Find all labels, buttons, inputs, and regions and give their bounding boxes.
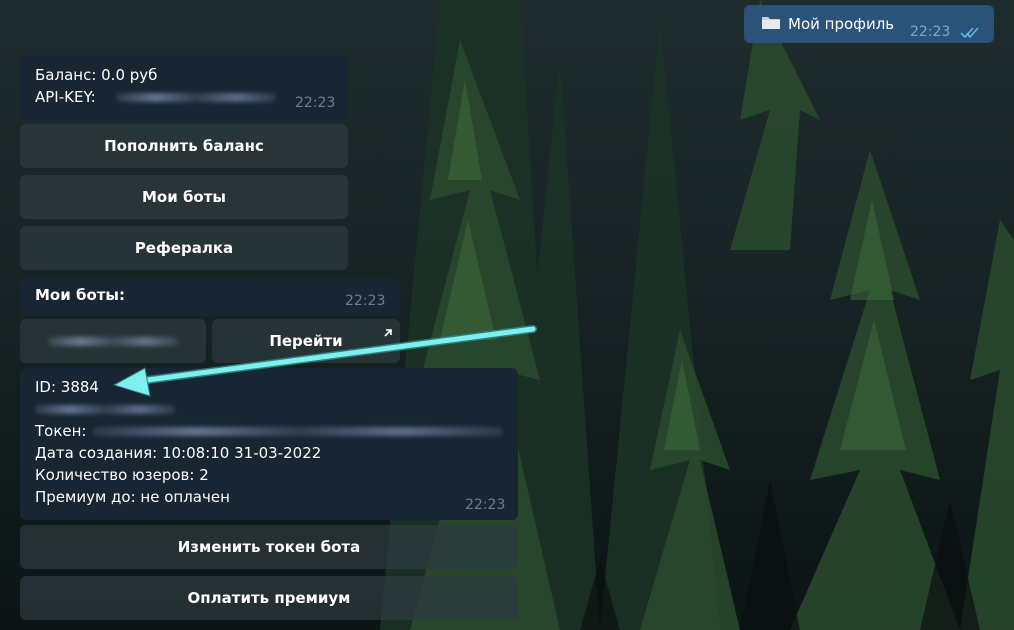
outgoing-message-time: 22:23: [910, 24, 951, 40]
bot-id-line: ID: 3884: [35, 378, 99, 396]
premium-line: Премиум до: не оплачен: [35, 488, 230, 506]
goto-bot-label: Перейти: [269, 332, 343, 350]
bot-username-line: [35, 398, 503, 420]
bots-message: Мои боты: 22:23: [20, 278, 400, 316]
referral-button[interactable]: Рефералка: [20, 226, 348, 270]
profile-message: Баланс: 0.0 руб API-KEY: 22:23: [20, 56, 348, 120]
token-label: Токен:: [35, 422, 87, 440]
bot-name-button[interactable]: [20, 319, 206, 363]
top-up-balance-button[interactable]: Пополнить баланс: [20, 124, 348, 168]
api-key-label: API-KEY:: [35, 88, 96, 106]
outgoing-message: Мой профиль 22:23: [744, 5, 994, 43]
double-check-icon: [960, 23, 980, 39]
users-count-line: Количество юзеров: 2: [35, 466, 209, 484]
change-bot-token-button[interactable]: Изменить токен бота: [20, 525, 518, 569]
bots-message-time: 22:23: [345, 293, 386, 309]
bots-message-title: Мои боты:: [35, 286, 125, 304]
bot-info-message-time: 22:23: [465, 497, 506, 513]
bot-username-redacted: [35, 405, 175, 414]
goto-bot-button[interactable]: Перейти: [212, 319, 400, 363]
folder-icon: [761, 14, 781, 30]
external-link-arrow-icon: [383, 324, 393, 337]
api-key-value-redacted: [116, 93, 277, 102]
api-key-line: API-KEY:: [35, 86, 333, 108]
pay-premium-button[interactable]: Оплатить премиум: [20, 576, 518, 620]
token-value-redacted: [93, 427, 504, 436]
balance-line: Баланс: 0.0 руб: [35, 66, 158, 84]
created-date-line: Дата создания: 10:08:10 31-03-2022: [35, 444, 322, 462]
bot-name-redacted: [48, 336, 178, 346]
bot-info-message: ID: 3884 Токен: Дата создания: 10:08:10 …: [20, 368, 518, 520]
profile-message-time: 22:23: [295, 95, 336, 111]
token-line: Токен:: [35, 420, 504, 442]
my-bots-button[interactable]: Мои боты: [20, 175, 348, 219]
outgoing-message-text: Мой профиль: [788, 15, 895, 33]
